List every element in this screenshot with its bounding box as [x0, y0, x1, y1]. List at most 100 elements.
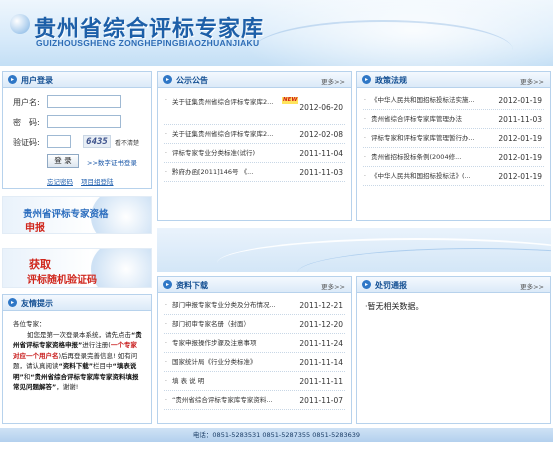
random-code-promo[interactable]: 获取 评标随机验证码 — [2, 248, 152, 288]
bullet-icon: · — [165, 378, 167, 385]
downloads-list: · 部门申报专家专业分类及分布情况... 2011-12-21 · 部门初审专家… — [158, 296, 351, 410]
captcha-image[interactable]: 6435 — [83, 135, 111, 148]
captcha-refresh-link[interactable]: 看不清楚 — [115, 138, 139, 147]
notices-panel-header: ▸ 公示公告 更多>> — [158, 72, 351, 88]
apply-promo-line2: 申报 — [25, 223, 45, 234]
list-item[interactable]: · 黔府办函[2011]146号 《... 2011-11-03 — [164, 163, 345, 182]
tips-text: ，谢谢! — [56, 383, 79, 391]
bullet-icon: · — [364, 154, 366, 161]
policies-panel-header: ▸ 政策法规 更多>> — [357, 72, 550, 88]
notice-title[interactable]: 关于征集贵州省综合评标专家库2... — [172, 125, 290, 144]
user-icon: ▸ — [8, 75, 17, 84]
list-item[interactable]: · “贵州省综合评标专家库专家资料... 2011-11-07 — [164, 391, 345, 410]
login-button[interactable]: 登 录 — [47, 154, 79, 168]
bullet-icon: · — [364, 97, 366, 104]
list-item[interactable]: · 部门申报专家专业分类及分布情况... 2011-12-21 — [164, 296, 345, 315]
download-title[interactable]: 专家申报操作步骤及注意事项 — [172, 334, 290, 353]
downloads-more-link[interactable]: 更多>> — [321, 281, 345, 291]
password-input[interactable] — [47, 115, 121, 128]
random-promo-line1: 获取 — [29, 258, 51, 271]
tips-content: 各位专家： 如您是第一次登录本系统，请先点击“贵州省评标专家资格申报”进行注册(… — [13, 319, 143, 393]
notice-icon: ▸ — [163, 75, 172, 84]
list-item[interactable]: · 评标专家和评标专家库管理暂行办... 2012-01-19 — [363, 129, 544, 148]
penalties-more-link[interactable]: 更多>> — [520, 281, 544, 291]
list-item[interactable]: · 《中华人民共和国招标投标法》(... 2012-01-19 — [363, 167, 544, 186]
username-input[interactable] — [47, 95, 121, 108]
logo-icon — [10, 14, 30, 34]
header-banner: 贵州省综合评标专家库 GUIZHOUSGHENG ZONGHEPINGBIAOZ… — [0, 0, 553, 66]
notices-panel-title: 公示公告 — [176, 76, 208, 85]
site-subtitle: GUIZHOUSGHENG ZONGHEPINGBIAOZHUANJIAKU — [36, 38, 260, 48]
penalty-icon: ▸ — [362, 280, 371, 289]
list-item[interactable]: · 关于征集贵州省综合评标专家库2... 2012-02-08 — [164, 125, 345, 144]
bullet-icon: · — [165, 131, 167, 138]
notice-title[interactable]: 关于征集贵州省综合评标专家库2... — [172, 97, 280, 119]
policies-panel-title: 政策法规 — [375, 76, 407, 85]
apply-promo-line1: 贵州省评标专家资格 — [23, 209, 109, 220]
tips-greeting: 各位专家： — [13, 320, 46, 328]
policies-more-link[interactable]: 更多>> — [520, 76, 544, 86]
penalties-panel-header: ▸ 处罚通报 更多>> — [357, 277, 550, 293]
tips-text-bold: “资料下载” — [58, 362, 94, 370]
list-item[interactable]: · 评标专家专业分类标准(试行) 2011-11-04 — [164, 144, 345, 163]
bullet-icon: · — [165, 397, 167, 404]
tips-text: 栏目中 — [93, 362, 113, 370]
list-item[interactable]: · 专家申报操作步骤及注意事项 2011-11-24 — [164, 334, 345, 353]
list-item[interactable]: · 国家统计局《行业分类标准》 2011-11-14 — [164, 353, 345, 372]
login-panel-header: ▸ 用户登录 — [3, 72, 151, 88]
bullet-icon: · — [165, 150, 167, 157]
policy-title[interactable]: 贵州省综合评标专家库管理办法 — [371, 110, 493, 129]
notice-date: 2011-11-04 — [299, 149, 343, 158]
policy-title[interactable]: 《中华人民共和国招标投标法》(... — [371, 167, 493, 186]
policy-date: 2012-01-19 — [498, 153, 542, 162]
tips-text: 如您是第一次登录本系统，请先点击 — [27, 330, 131, 339]
notices-list: · 关于征集贵州省综合评标专家库2... NEW 2012-06-20 · 关于… — [158, 91, 351, 182]
tips-panel-title: 友情提示 — [21, 299, 53, 308]
login-panel: ▸ 用户登录 用户名: 密 码: 验证码: 6435 看不清楚 登 录 >>数字… — [2, 71, 152, 189]
notice-title[interactable]: 评标专家专业分类标准(试行) — [172, 144, 290, 163]
forgot-password-link[interactable]: 忘记密码 — [47, 176, 73, 186]
bullet-icon: · — [165, 97, 167, 104]
list-item[interactable]: · 填 表 说 明 2011-11-11 — [164, 372, 345, 391]
policy-icon: ▸ — [362, 75, 371, 84]
download-title[interactable]: “贵州省综合评标专家库专家资料... — [172, 391, 290, 410]
download-title[interactable]: 部门初审专家名册（封面） — [172, 315, 290, 334]
notices-more-link[interactable]: 更多>> — [321, 76, 345, 86]
login-panel-title: 用户登录 — [21, 76, 53, 85]
info-icon: ▸ — [8, 298, 17, 307]
bullet-icon: · — [165, 340, 167, 347]
new-badge: NEW — [282, 97, 299, 104]
expert-apply-promo[interactable]: 贵州省评标专家资格 申报 — [2, 196, 152, 234]
list-item[interactable]: · 关于征集贵州省综合评标专家库2... NEW 2012-06-20 — [164, 91, 345, 125]
download-title[interactable]: 国家统计局《行业分类标准》 — [172, 353, 290, 372]
bullet-icon: · — [165, 321, 167, 328]
bullet-icon: · — [165, 359, 167, 366]
random-promo-line2: 评标随机验证码 — [27, 275, 97, 286]
policy-date: 2011-11-03 — [498, 115, 542, 124]
policy-date: 2012-01-19 — [498, 96, 542, 105]
download-date: 2011-11-07 — [299, 396, 343, 405]
download-date: 2011-12-20 — [299, 320, 343, 329]
cert-login-link[interactable]: >>数字证书登录 — [87, 157, 137, 167]
project-login-link[interactable]: 项目组登陆 — [81, 176, 114, 186]
notice-date: 2011-11-03 — [299, 168, 343, 177]
captcha-input[interactable] — [47, 135, 71, 148]
list-item[interactable]: · 贵州省综合评标专家库管理办法 2011-11-03 — [363, 110, 544, 129]
notice-title[interactable]: 黔府办函[2011]146号 《... — [172, 163, 290, 182]
download-date: 2011-11-24 — [299, 339, 343, 348]
policy-title[interactable]: 贵州省招标投标条例(2004修... — [371, 148, 493, 167]
bullet-icon: · — [165, 302, 167, 309]
policy-title[interactable]: 《中华人民共和国招标投标法实施... — [371, 91, 493, 110]
bullet-icon: · — [364, 135, 366, 142]
list-item[interactable]: · 《中华人民共和国招标投标法实施... 2012-01-19 — [363, 91, 544, 110]
list-item[interactable]: · 贵州省招标投标条例(2004修... 2012-01-19 — [363, 148, 544, 167]
username-label: 用户名: — [13, 98, 40, 107]
notice-date: 2012-02-08 — [299, 130, 343, 139]
download-title[interactable]: 填 表 说 明 — [172, 372, 290, 391]
policy-title[interactable]: 评标专家和评标专家库管理暂行办... — [371, 129, 493, 148]
penalties-panel: ▸ 处罚通报 更多>> ·暂无相关数据。 — [356, 276, 551, 424]
downloads-panel-header: ▸ 资料下载 更多>> — [158, 277, 351, 293]
list-item[interactable]: · 部门初审专家名册（封面） 2011-12-20 — [164, 315, 345, 334]
notice-date: 2012-06-20 — [299, 103, 343, 112]
download-title[interactable]: 部门申报专家专业分类及分布情况... — [172, 296, 290, 315]
